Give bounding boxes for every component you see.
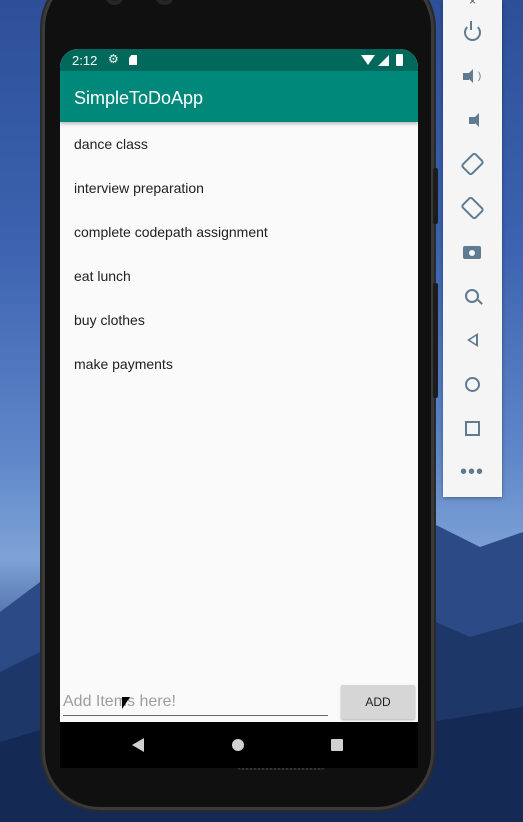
wifi-icon <box>361 55 375 65</box>
app-screen: 2:12 ⚙ SimpleToDoApp dance class intervi… <box>60 49 418 722</box>
sd-card-icon <box>129 55 137 65</box>
add-item-input[interactable] <box>63 689 328 716</box>
zoom-icon[interactable] <box>457 281 487 311</box>
list-item[interactable]: complete codepath assignment <box>60 210 418 254</box>
mouse-cursor-icon <box>122 697 130 709</box>
list-item[interactable]: make payments <box>60 342 418 386</box>
app-title: SimpleToDoApp <box>74 88 204 108</box>
todo-list: dance class interview preparation comple… <box>60 122 418 386</box>
recents-icon[interactable] <box>331 739 343 751</box>
list-item[interactable]: buy clothes <box>60 298 418 342</box>
emulator-toolbar: × ) ••• <box>443 0 502 497</box>
back-icon[interactable] <box>132 738 144 752</box>
home-icon[interactable] <box>457 369 487 399</box>
power-icon[interactable] <box>457 17 487 47</box>
status-bar: 2:12 ⚙ <box>60 49 418 71</box>
power-side-button[interactable] <box>433 168 438 224</box>
status-time: 2:12 <box>72 53 98 68</box>
signal-icon <box>378 55 389 66</box>
app-bar: SimpleToDoApp <box>60 71 418 122</box>
add-button[interactable]: ADD <box>341 685 415 719</box>
front-sensor-icon <box>155 0 174 5</box>
volume-up-icon[interactable]: ) <box>457 61 487 91</box>
back-icon[interactable] <box>457 325 487 355</box>
gear-icon: ⚙ <box>108 52 119 66</box>
volume-side-button[interactable] <box>433 283 438 398</box>
volume-down-icon[interactable] <box>457 105 487 135</box>
android-nav-bar <box>60 722 418 768</box>
front-camera-icon <box>105 0 124 5</box>
more-icon[interactable]: ••• <box>457 457 487 487</box>
close-icon[interactable]: × <box>443 0 502 8</box>
overview-icon[interactable] <box>457 413 487 443</box>
home-icon[interactable] <box>232 739 244 751</box>
battery-icon <box>396 54 403 66</box>
rotate-right-icon[interactable] <box>457 193 487 223</box>
list-item[interactable]: dance class <box>60 122 418 166</box>
rotate-left-icon[interactable] <box>457 149 487 179</box>
list-item[interactable]: interview preparation <box>60 166 418 210</box>
list-item[interactable]: eat lunch <box>60 254 418 298</box>
screenshot-icon[interactable] <box>457 237 487 267</box>
